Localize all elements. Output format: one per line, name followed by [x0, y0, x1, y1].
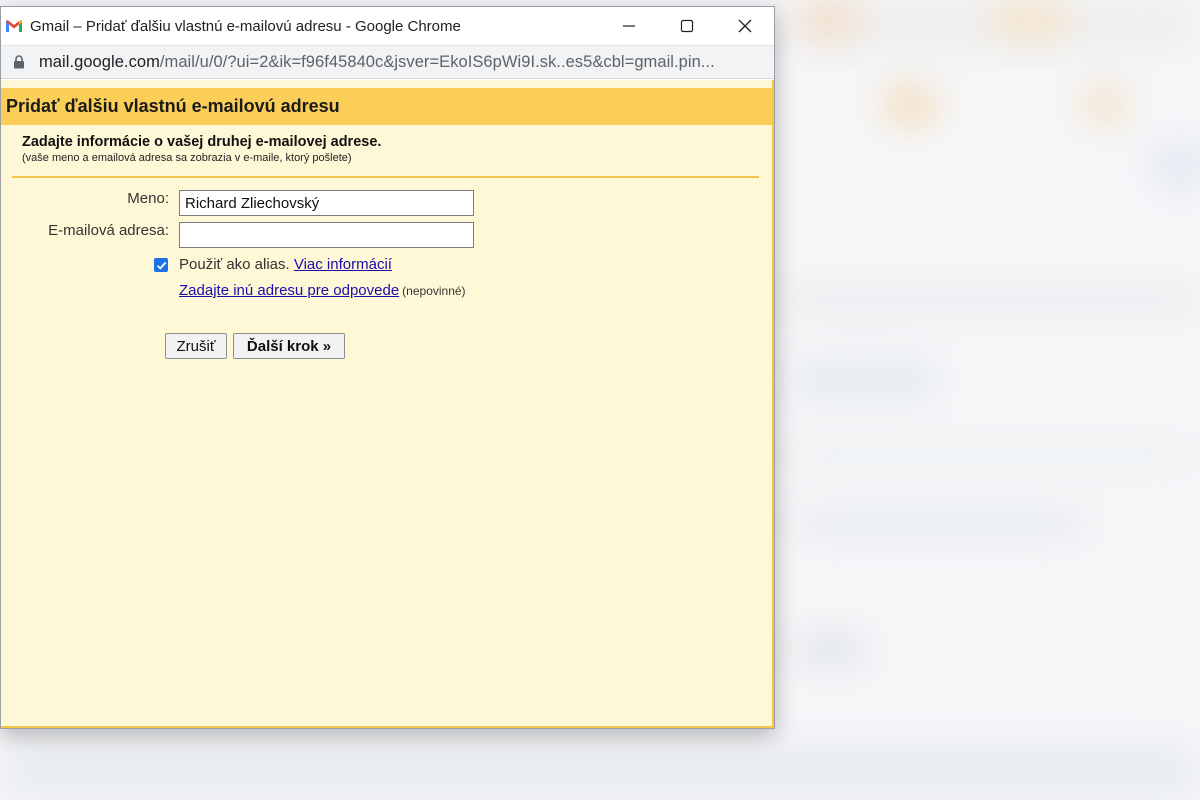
intro-subtitle: (vaše meno a emailová adresa sa zobrazia…	[22, 152, 352, 164]
dialog-content: Pridať ďalšiu vlastnú e-mailovú adresu Z…	[1, 80, 774, 728]
reply-row: Zadajte inú adresu pre odpovede (nepovinn…	[179, 282, 466, 300]
popup-window: Gmail – Pridať ďalšiu vlastnú e-mailovú …	[0, 6, 775, 729]
more-info-link[interactable]: Viac informácií	[294, 256, 392, 273]
name-label: Meno:	[127, 190, 169, 207]
dialog-header: Pridať ďalšiu vlastnú e-mailovú adresu	[1, 88, 772, 125]
url-text: mail.google.com/mail/u/0/?ui=2&ik=f96f45…	[39, 52, 715, 71]
next-step-button[interactable]: Ďalší krok »	[233, 333, 345, 359]
optional-note: (nepovinné)	[402, 284, 466, 298]
title-bar: Gmail – Pridať ďalšiu vlastnú e-mailovú …	[1, 7, 774, 45]
gmail-icon	[5, 19, 23, 33]
address-bar[interactable]: mail.google.com/mail/u/0/?ui=2&ik=f96f45…	[1, 45, 774, 79]
close-button[interactable]	[716, 7, 774, 45]
lock-icon	[13, 55, 25, 69]
intro-title: Zadajte informácie o vašej druhej e-mail…	[22, 134, 382, 150]
email-input[interactable]	[179, 222, 474, 248]
cancel-button[interactable]: Zrušiť	[165, 333, 227, 359]
window-title: Gmail – Pridať ďalšiu vlastnú e-mailovú …	[30, 17, 461, 35]
maximize-button[interactable]	[658, 7, 716, 45]
alias-row: Použiť ako alias. Viac informácií	[179, 256, 392, 273]
close-icon	[738, 19, 752, 33]
name-input[interactable]	[179, 190, 474, 216]
reply-address-link[interactable]: Zadajte inú adresu pre odpovede	[179, 282, 399, 299]
alias-checkbox[interactable]	[154, 258, 168, 272]
minimize-button[interactable]	[600, 7, 658, 45]
checkmark-icon	[156, 261, 166, 270]
intro: Zadajte informácie o vašej druhej e-mail…	[1, 125, 772, 164]
dialog-title: Pridať ďalšiu vlastnú e-mailovú adresu	[6, 96, 340, 116]
maximize-icon	[680, 19, 694, 33]
minimize-icon	[623, 25, 635, 27]
email-label: E-mailová adresa:	[48, 222, 169, 239]
alias-label: Použiť ako alias.	[179, 256, 290, 273]
divider	[12, 176, 759, 178]
